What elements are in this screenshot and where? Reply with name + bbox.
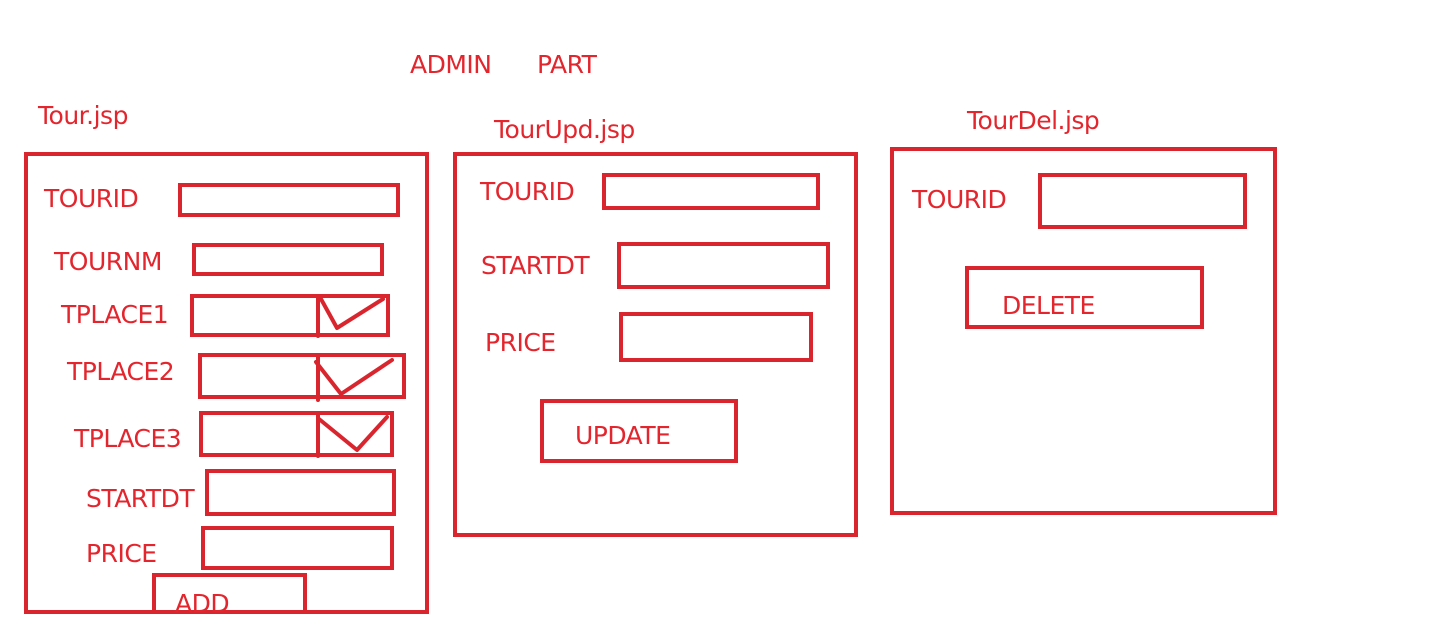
tourupd-startdt-input[interactable] (617, 242, 830, 289)
chevron-down-icon (317, 415, 389, 452)
update-button-label: UPDATE (575, 421, 671, 450)
tourupd-page-name: TourUpd.jsp (494, 115, 635, 144)
tourdel-page-name: TourDel.jsp (967, 106, 1100, 135)
tourupd-startdt-label: STARTDT (481, 251, 590, 280)
tourdel-tourid-label: TOURID (912, 185, 1007, 214)
chevron-down-icon (319, 297, 385, 330)
chevron-down-icon (314, 358, 394, 396)
delete-button-label: DELETE (1002, 291, 1095, 320)
tplace2-dropdown[interactable] (314, 354, 394, 402)
tourupd-tourid-input[interactable] (602, 173, 820, 210)
tplace1-dropdown[interactable] (316, 294, 385, 338)
tourupd-price-input[interactable] (619, 312, 813, 362)
tourdel-tourid-input[interactable] (1038, 173, 1247, 229)
delete-button[interactable]: DELETE (965, 266, 1204, 329)
tourupd-tourid-label: TOURID (480, 177, 575, 206)
update-button[interactable]: UPDATE (540, 399, 738, 463)
tourupd-price-label: PRICE (485, 328, 556, 357)
tplace3-dropdown[interactable] (316, 412, 389, 458)
